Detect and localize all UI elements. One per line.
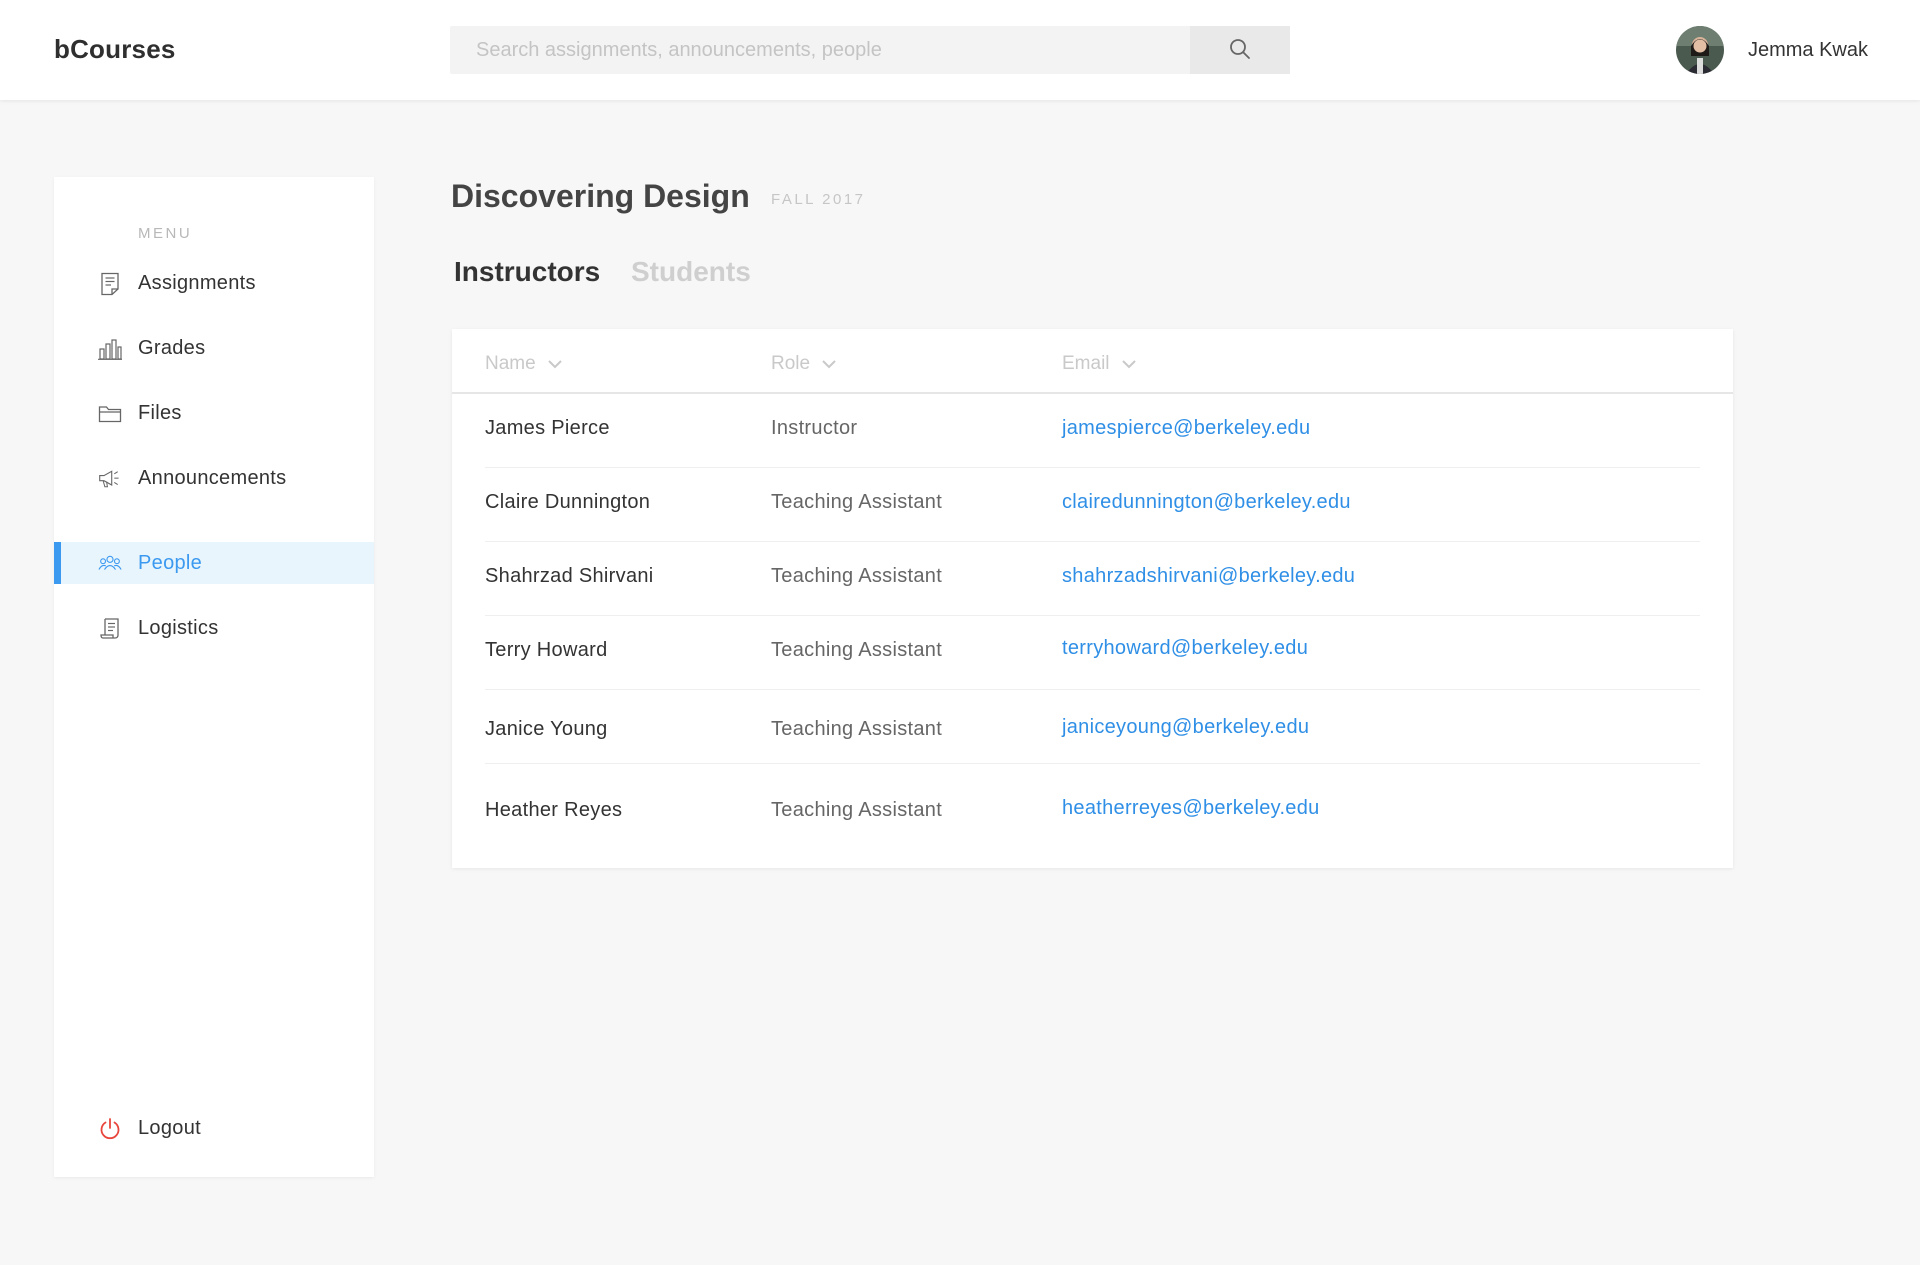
sidebar-item-announcements[interactable]: Announcements	[54, 457, 374, 499]
avatar[interactable]	[1675, 26, 1724, 74]
search-button[interactable]	[1190, 26, 1290, 74]
user-name: Jemma Kwak	[1747, 38, 1868, 61]
sidebar-item-grades[interactable]: Grades	[54, 327, 374, 369]
column-header-label: Email	[1062, 353, 1110, 374]
search-icon	[1228, 37, 1252, 64]
table-row: Claire Dunnington Teaching Assistant cla…	[485, 468, 1700, 542]
table-header: Name Role Email	[452, 329, 1733, 394]
column-header-label: Role	[771, 353, 811, 374]
chevron-down-icon	[1121, 359, 1136, 369]
sidebar-item-assignments[interactable]: Assignments	[54, 262, 374, 304]
scroll-icon	[98, 617, 122, 641]
email-link[interactable]: janiceyoung@berkeley.edu	[1062, 716, 1309, 739]
people-table: Name Role Email James Pierce Instructor …	[452, 329, 1733, 868]
sidebar-item-files[interactable]: Files	[54, 392, 374, 434]
email-link[interactable]: shahrzadshirvani@berkeley.edu	[1062, 565, 1355, 588]
course-term: FALL 2017	[771, 191, 866, 208]
sidebar-item-label: Files	[138, 401, 182, 424]
cell-role: Teaching Assistant	[771, 491, 943, 513]
logout-button[interactable]: Logout	[54, 1107, 374, 1149]
menu-heading: MENU	[138, 225, 193, 242]
table-row: Shahrzad Shirvani Teaching Assistant sha…	[485, 542, 1700, 616]
column-header-label: Name	[485, 353, 536, 374]
email-link[interactable]: jamespierce@berkeley.edu	[1062, 417, 1310, 440]
cell-role: Instructor	[771, 417, 858, 439]
cell-name: James Pierce	[485, 417, 610, 439]
email-link[interactable]: terryhoward@berkeley.edu	[1062, 637, 1308, 660]
sidebar-item-label: Announcements	[138, 466, 287, 489]
table-row: James Pierce Instructor jamespierce@berk…	[485, 394, 1700, 468]
user-menu[interactable]: Jemma Kwak	[1675, 26, 1868, 74]
folder-icon	[98, 402, 122, 426]
megaphone-icon	[98, 467, 122, 491]
table-row: Janice Young Teaching Assistant janiceyo…	[485, 690, 1700, 764]
search-input[interactable]	[450, 26, 1190, 74]
cell-role: Teaching Assistant	[771, 565, 943, 587]
document-icon	[98, 272, 122, 296]
tab-students[interactable]: Students	[631, 256, 751, 288]
cell-role: Teaching Assistant	[771, 639, 943, 661]
tab-instructors[interactable]: Instructors	[454, 256, 600, 288]
cell-role: Teaching Assistant	[771, 718, 943, 740]
column-header-name[interactable]: Name	[485, 353, 562, 375]
sidebar-item-label: Assignments	[138, 271, 256, 294]
sidebar-item-label: Grades	[138, 336, 206, 359]
column-header-email[interactable]: Email	[1062, 353, 1136, 375]
top-bar: bCourses Jemma Kwak	[0, 0, 1920, 100]
bar-chart-icon	[98, 337, 122, 361]
table-row: Terry Howard Teaching Assistant terryhow…	[485, 616, 1700, 690]
email-link[interactable]: clairedunnington@berkeley.edu	[1062, 491, 1351, 514]
page-title: Discovering Design	[451, 178, 750, 214]
cell-name: Terry Howard	[485, 639, 608, 661]
email-link[interactable]: heatherreyes@berkeley.edu	[1062, 797, 1320, 820]
column-header-role[interactable]: Role	[771, 353, 836, 375]
cell-role: Teaching Assistant	[771, 799, 943, 821]
cell-name: Claire Dunnington	[485, 491, 651, 513]
sidebar: MENU Assignments Grades Files Announceme…	[54, 177, 374, 1177]
cell-name: Heather Reyes	[485, 799, 623, 821]
sidebar-item-people[interactable]: People	[54, 542, 374, 584]
app-logo[interactable]: bCourses	[54, 34, 176, 65]
chevron-down-icon	[547, 359, 562, 369]
sidebar-item-label: Logistics	[138, 616, 219, 639]
cell-name: Shahrzad Shirvani	[485, 565, 654, 587]
power-icon	[98, 1117, 122, 1141]
people-icon	[98, 552, 122, 576]
logout-label: Logout	[138, 1116, 201, 1139]
chevron-down-icon	[822, 359, 836, 369]
cell-name: Janice Young	[485, 718, 608, 740]
search-bar	[450, 26, 1290, 74]
sidebar-item-label: People	[138, 551, 203, 574]
table-row: Heather Reyes Teaching Assistant heather…	[485, 766, 1700, 840]
sidebar-item-logistics[interactable]: Logistics	[54, 607, 374, 649]
